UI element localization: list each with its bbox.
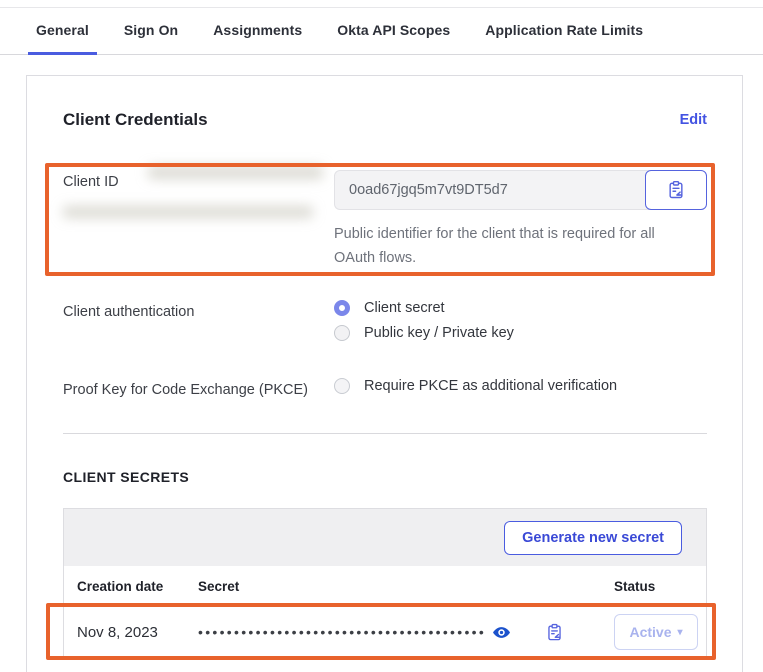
table-header-row: Creation date Secret Status <box>64 566 706 606</box>
generate-new-secret-button[interactable]: Generate new secret <box>504 521 682 555</box>
tab-assignments[interactable]: Assignments <box>205 8 310 55</box>
clipboard-copy-icon <box>545 623 564 642</box>
pkce-checkbox-option[interactable]: Require PKCE as additional verification <box>334 378 707 394</box>
app-tabbar: General Sign On Assignments Okta API Sco… <box>0 8 763 55</box>
client-authentication-label: Client authentication <box>63 300 334 350</box>
client-authentication-row: Client authentication Client secret Publ… <box>63 300 707 350</box>
client-id-help-text: Public identifier for the client that is… <box>334 222 679 270</box>
tab-application-rate-limits[interactable]: Application Rate Limits <box>477 8 651 55</box>
client-id-row: Client ID 0oad67jgq5m7vt9DT5d7 <box>63 170 707 270</box>
radio-option-label: Public key / Private key <box>364 325 514 341</box>
tab-sign-on[interactable]: Sign On <box>116 8 186 55</box>
eye-icon <box>492 623 511 642</box>
creation-date-cell: Nov 8, 2023 <box>77 624 198 641</box>
column-header-secret: Secret <box>198 579 614 594</box>
radio-selected-icon[interactable] <box>334 300 350 316</box>
copy-secret-button[interactable] <box>545 623 564 642</box>
card-header: Client Credentials Edit <box>63 110 707 130</box>
column-header-status: Status <box>614 579 706 594</box>
masked-secret-value: •••••••••••••••••••••••••••••••••••••••• <box>198 624 486 640</box>
status-dropdown-button[interactable]: Active ▾ <box>614 614 698 650</box>
edit-link[interactable]: Edit <box>680 112 707 128</box>
client-credentials-card: Client Credentials Edit Client ID 0oad67… <box>26 75 743 672</box>
secret-cell: •••••••••••••••••••••••••••••••••••••••• <box>198 623 614 642</box>
pkce-label: Proof Key for Code Exchange (PKCE) <box>63 378 334 403</box>
redaction-blur <box>63 206 313 218</box>
pkce-option-label: Require PKCE as additional verification <box>364 378 617 394</box>
radio-option-client-secret[interactable]: Client secret <box>334 300 707 316</box>
section-title: Client Credentials <box>63 110 208 130</box>
client-secrets-heading: CLIENT SECRETS <box>63 469 707 485</box>
column-header-creation-date: Creation date <box>77 579 198 594</box>
page-top-divider <box>0 0 763 8</box>
status-cell: Active ▾ <box>614 614 706 650</box>
copy-client-id-button[interactable] <box>645 170 707 210</box>
caret-down-icon: ▾ <box>678 627 683 638</box>
reveal-secret-button[interactable] <box>492 623 511 642</box>
table-toolbar: Generate new secret <box>64 509 706 566</box>
radio-unselected-icon[interactable] <box>334 325 350 341</box>
checkbox-unchecked-icon[interactable] <box>334 378 350 394</box>
radio-option-public-private-key[interactable]: Public key / Private key <box>334 325 707 341</box>
clipboard-copy-icon <box>666 180 686 200</box>
pkce-row: Proof Key for Code Exchange (PKCE) Requi… <box>63 378 707 403</box>
client-secrets-table: Generate new secret Creation date Secret… <box>63 508 707 659</box>
redaction-blur <box>148 166 323 179</box>
status-label: Active <box>629 624 671 640</box>
table-row: Nov 8, 2023 ••••••••••••••••••••••••••••… <box>64 606 706 658</box>
client-id-value-field[interactable]: 0oad67jgq5m7vt9DT5d7 <box>334 170 649 210</box>
tab-okta-api-scopes[interactable]: Okta API Scopes <box>329 8 458 55</box>
client-id-label: Client ID <box>63 170 334 270</box>
radio-option-label: Client secret <box>364 300 445 316</box>
tab-general[interactable]: General <box>28 8 97 55</box>
section-divider <box>63 433 707 434</box>
